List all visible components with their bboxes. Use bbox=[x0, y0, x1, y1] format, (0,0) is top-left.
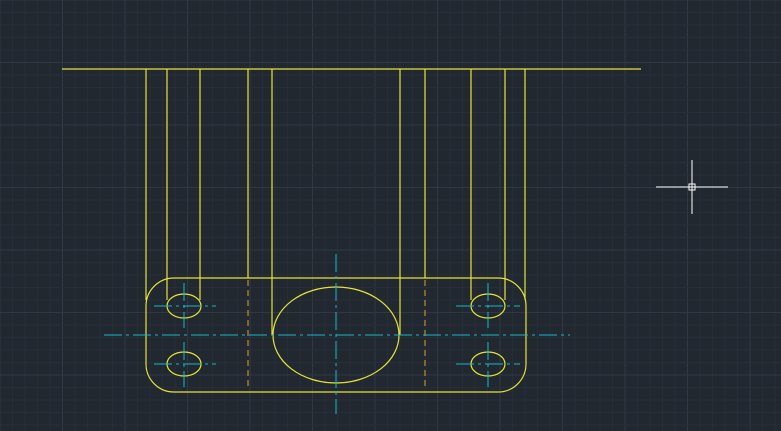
crosshair-cursor-icon bbox=[656, 160, 728, 214]
grid bbox=[0, 0, 781, 431]
drawing-viewport[interactable] bbox=[0, 0, 781, 431]
geometry-layer bbox=[62, 68, 641, 393]
drawing-canvas[interactable] bbox=[0, 0, 781, 431]
